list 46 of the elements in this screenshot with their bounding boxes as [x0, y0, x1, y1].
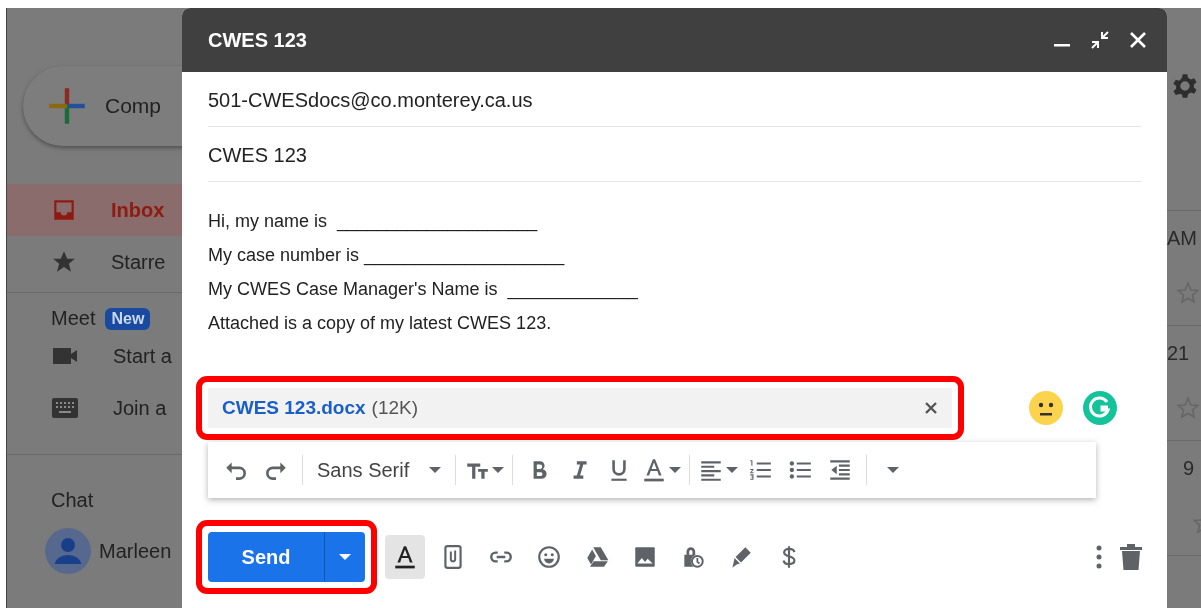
sidebar-item[interactable]: Start a	[7, 330, 182, 382]
body-text: Attached is a copy of my latest CWES 123.	[208, 312, 553, 335]
section-title: Meet	[51, 307, 96, 330]
window-title: CWES 123	[208, 28, 308, 52]
new-badge: New	[105, 307, 151, 330]
font-dropdown[interactable]: Sans Serif	[311, 450, 448, 490]
close-icon[interactable]	[924, 401, 938, 415]
body-text: Hi, my name is ____________________	[208, 210, 539, 234]
neutral-face-icon[interactable]	[1028, 390, 1064, 426]
body-text: My case number is ____________________	[208, 244, 566, 268]
mail-time: 9	[1183, 457, 1196, 480]
attachment-chip[interactable]: CWES 123.docx (12K)	[208, 388, 952, 428]
body-text: My CWES Case Manager's Name is _____________	[208, 278, 639, 302]
chat-contact[interactable]: Marleen	[7, 512, 182, 574]
section-title: Chat	[50, 488, 95, 512]
plus-icon	[47, 86, 87, 126]
caret-icon	[726, 464, 739, 476]
mail-time: 21	[1167, 342, 1191, 365]
attachment-size: (12K)	[371, 397, 420, 419]
compose-button[interactable]: Comp	[23, 66, 182, 146]
recipient-field[interactable]: 501-CWESdocs@co.monterey.ca.us	[208, 72, 1141, 127]
formatting-icon	[392, 544, 418, 570]
settings-icon[interactable]	[1171, 72, 1199, 100]
sidebar-item[interactable]: Join a	[7, 382, 182, 434]
caret-icon	[887, 464, 900, 476]
subject-field[interactable]: CWES 123	[208, 127, 1141, 182]
caret-icon	[669, 464, 682, 476]
numbered-list-icon	[747, 457, 774, 483]
trash-icon[interactable]	[1119, 543, 1143, 571]
video-camera-icon	[51, 345, 79, 367]
inbox-icon	[51, 197, 77, 223]
sidebar-item[interactable]: Starre	[7, 236, 182, 288]
formatting-button[interactable]	[385, 535, 425, 579]
caret-icon	[429, 464, 442, 476]
attachment-name[interactable]: CWES 123.docx	[222, 397, 366, 419]
keyboard-icon	[51, 396, 79, 420]
exit-fullscreen-icon[interactable]	[1089, 29, 1111, 51]
avatar-icon	[45, 528, 91, 574]
caret-icon	[339, 551, 351, 563]
caret-icon	[492, 464, 505, 476]
drive-icon	[584, 544, 610, 570]
more-options-icon[interactable]	[1095, 544, 1103, 570]
send-button[interactable]: Send	[208, 532, 365, 582]
photo-icon	[632, 544, 658, 570]
mail-time: AM	[1167, 227, 1198, 250]
emoji-icon	[536, 544, 562, 570]
